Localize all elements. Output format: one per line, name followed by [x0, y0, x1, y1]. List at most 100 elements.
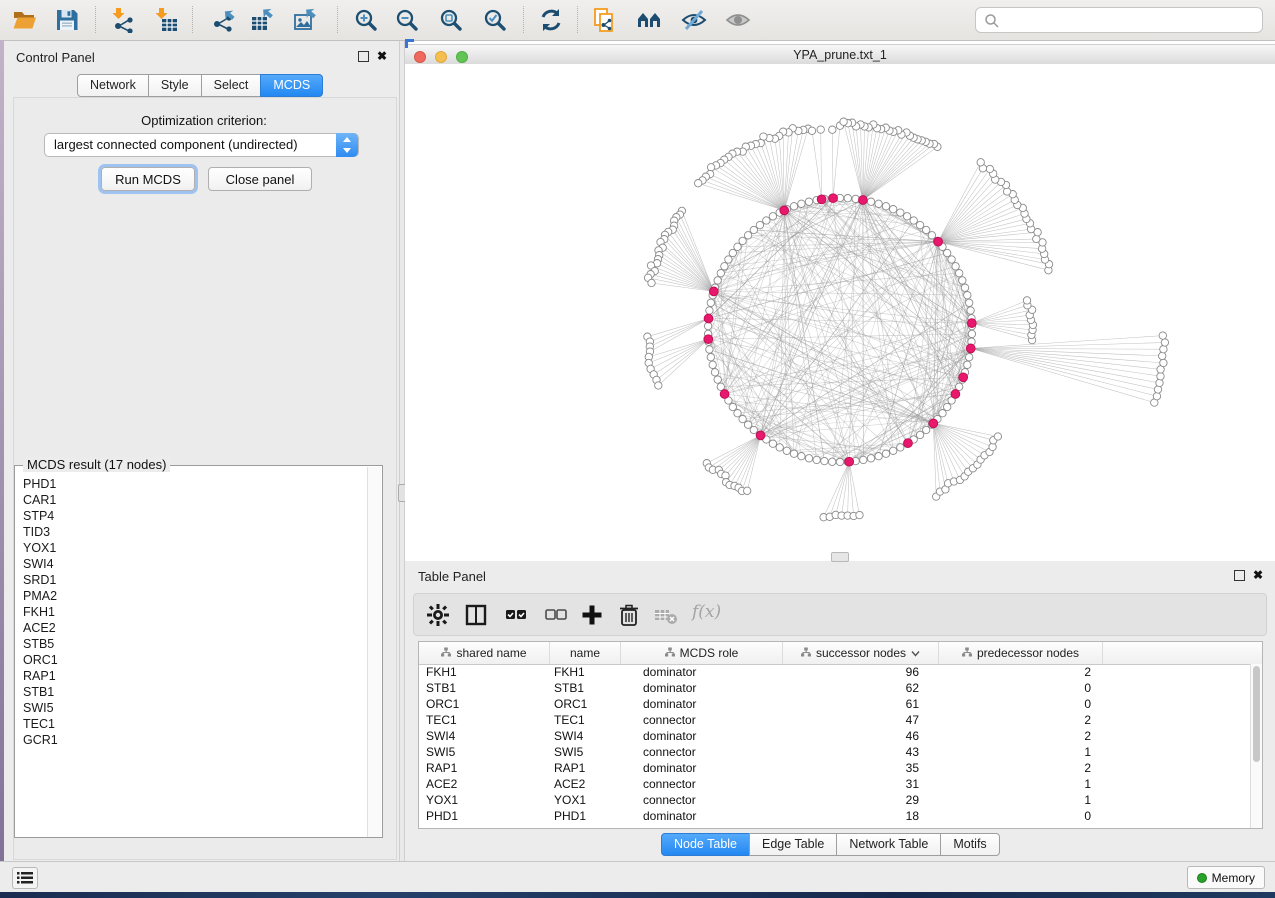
- mcds-network-node[interactable]: [817, 195, 826, 204]
- column-header-successor-nodes[interactable]: successor nodes: [783, 642, 939, 664]
- import-table-icon[interactable]: [153, 7, 179, 33]
- network-node[interactable]: [916, 221, 923, 228]
- network-node[interactable]: [1156, 379, 1163, 386]
- mcds-result-list[interactable]: PHD1CAR1STP4TID3YOX1SWI4SRD1PMA2FKH1ACE2…: [16, 476, 368, 828]
- network-node[interactable]: [648, 279, 655, 286]
- network-node[interactable]: [756, 221, 763, 228]
- network-node[interactable]: [928, 232, 935, 239]
- memory-button[interactable]: Memory: [1187, 866, 1265, 889]
- network-node[interactable]: [750, 226, 757, 233]
- table-row[interactable]: SWI4SWI4dominator462: [419, 728, 1251, 744]
- network-node[interactable]: [968, 330, 975, 337]
- criterion-dropdown[interactable]: largest connected component (undirected): [44, 133, 359, 157]
- zoom-out-icon[interactable]: [394, 7, 420, 33]
- network-node[interactable]: [734, 243, 741, 250]
- mcds-network-node[interactable]: [756, 431, 765, 440]
- network-node[interactable]: [844, 195, 851, 202]
- mcds-network-node[interactable]: [966, 344, 975, 353]
- export-network-icon[interactable]: [211, 7, 237, 33]
- network-node[interactable]: [961, 284, 968, 291]
- network-node[interactable]: [695, 180, 702, 187]
- mcds-result-item[interactable]: ORC1: [16, 652, 368, 668]
- network-node[interactable]: [729, 249, 736, 256]
- table-row[interactable]: SWI5SWI5connector431: [419, 744, 1251, 760]
- network-node[interactable]: [1033, 235, 1040, 242]
- table-row[interactable]: YOX1YOX1connector291: [419, 792, 1251, 808]
- column-header-shared-name[interactable]: shared name: [419, 642, 550, 664]
- network-node[interactable]: [813, 456, 820, 463]
- close-panel-icon[interactable]: ✖: [377, 52, 387, 61]
- network-node[interactable]: [1153, 393, 1160, 400]
- delete-column-icon[interactable]: [617, 603, 641, 627]
- column-header-predecessor-nodes[interactable]: predecessor nodes: [939, 642, 1103, 664]
- mcds-result-item[interactable]: GCR1: [16, 732, 368, 748]
- close-table-panel-icon[interactable]: ✖: [1253, 571, 1263, 580]
- network-node[interactable]: [707, 354, 714, 361]
- network-window-titlebar[interactable]: YPA_prune.txt_1: [405, 44, 1275, 65]
- table-row[interactable]: FKH1FKH1dominator962: [419, 664, 1251, 680]
- network-node[interactable]: [875, 200, 882, 207]
- network-node[interactable]: [916, 431, 923, 438]
- network-node[interactable]: [875, 453, 882, 460]
- tab-style[interactable]: Style: [148, 74, 202, 97]
- mcds-result-item[interactable]: STP4: [16, 508, 368, 524]
- network-node[interactable]: [739, 237, 746, 244]
- network-node[interactable]: [1159, 332, 1166, 339]
- network-node[interactable]: [714, 376, 721, 383]
- table-scrollbar-thumb[interactable]: [1253, 666, 1260, 762]
- float-table-panel-icon[interactable]: [1234, 570, 1245, 581]
- mcds-network-node[interactable]: [934, 237, 943, 246]
- table-row[interactable]: ORC1ORC1dominator610: [419, 696, 1251, 712]
- network-node[interactable]: [964, 361, 971, 368]
- network-node[interactable]: [977, 159, 984, 166]
- first-neighbors-icon[interactable]: [637, 7, 663, 33]
- mcds-network-node[interactable]: [859, 196, 868, 205]
- mcds-result-item[interactable]: STB1: [16, 684, 368, 700]
- column-header-name[interactable]: name: [550, 642, 621, 664]
- network-node[interactable]: [829, 126, 836, 133]
- mcds-result-item[interactable]: TEC1: [16, 716, 368, 732]
- export-table-icon[interactable]: [250, 7, 276, 33]
- table-row[interactable]: ACE2ACE2connector311: [419, 776, 1251, 792]
- zoom-in-icon[interactable]: [353, 7, 379, 33]
- tab-node-table[interactable]: Node Table: [661, 833, 750, 856]
- network-node[interactable]: [966, 354, 973, 361]
- network-node[interactable]: [655, 382, 662, 389]
- tab-network-table[interactable]: Network Table: [836, 833, 941, 856]
- network-node[interactable]: [790, 203, 797, 210]
- network-node[interactable]: [1157, 373, 1164, 380]
- network-node[interactable]: [829, 458, 836, 465]
- network-node[interactable]: [948, 256, 955, 263]
- network-node[interactable]: [994, 433, 1001, 440]
- mcds-network-node[interactable]: [780, 206, 789, 215]
- search-input[interactable]: [1004, 9, 1258, 33]
- network-node[interactable]: [910, 217, 917, 224]
- tab-mcds[interactable]: MCDS: [260, 74, 323, 97]
- network-node[interactable]: [776, 444, 783, 451]
- network-node[interactable]: [944, 403, 951, 410]
- open-file-icon[interactable]: [12, 7, 38, 33]
- mcds-result-item[interactable]: RAP1: [16, 668, 368, 684]
- network-node[interactable]: [890, 206, 897, 213]
- network-node[interactable]: [1154, 386, 1161, 393]
- zoom-selected-icon[interactable]: [482, 7, 508, 33]
- network-node[interactable]: [725, 256, 732, 263]
- network-node[interactable]: [783, 447, 790, 454]
- zoom-fit-icon[interactable]: [438, 7, 464, 33]
- export-image-icon[interactable]: [293, 7, 319, 33]
- network-node[interactable]: [956, 270, 963, 277]
- network-node[interactable]: [721, 263, 728, 270]
- mcds-result-item[interactable]: FKH1: [16, 604, 368, 620]
- network-node[interactable]: [805, 455, 812, 462]
- hide-selected-icon[interactable]: [681, 7, 707, 33]
- network-node[interactable]: [790, 450, 797, 457]
- network-node[interactable]: [704, 322, 711, 329]
- network-node[interactable]: [939, 410, 946, 417]
- deselect-all-icon[interactable]: [544, 603, 568, 627]
- network-node[interactable]: [897, 444, 904, 451]
- mcds-list-scrollbar[interactable]: [367, 467, 381, 837]
- network-node[interactable]: [986, 165, 993, 172]
- network-node[interactable]: [1160, 346, 1167, 353]
- network-node[interactable]: [1161, 339, 1168, 346]
- mcds-network-node[interactable]: [904, 439, 913, 448]
